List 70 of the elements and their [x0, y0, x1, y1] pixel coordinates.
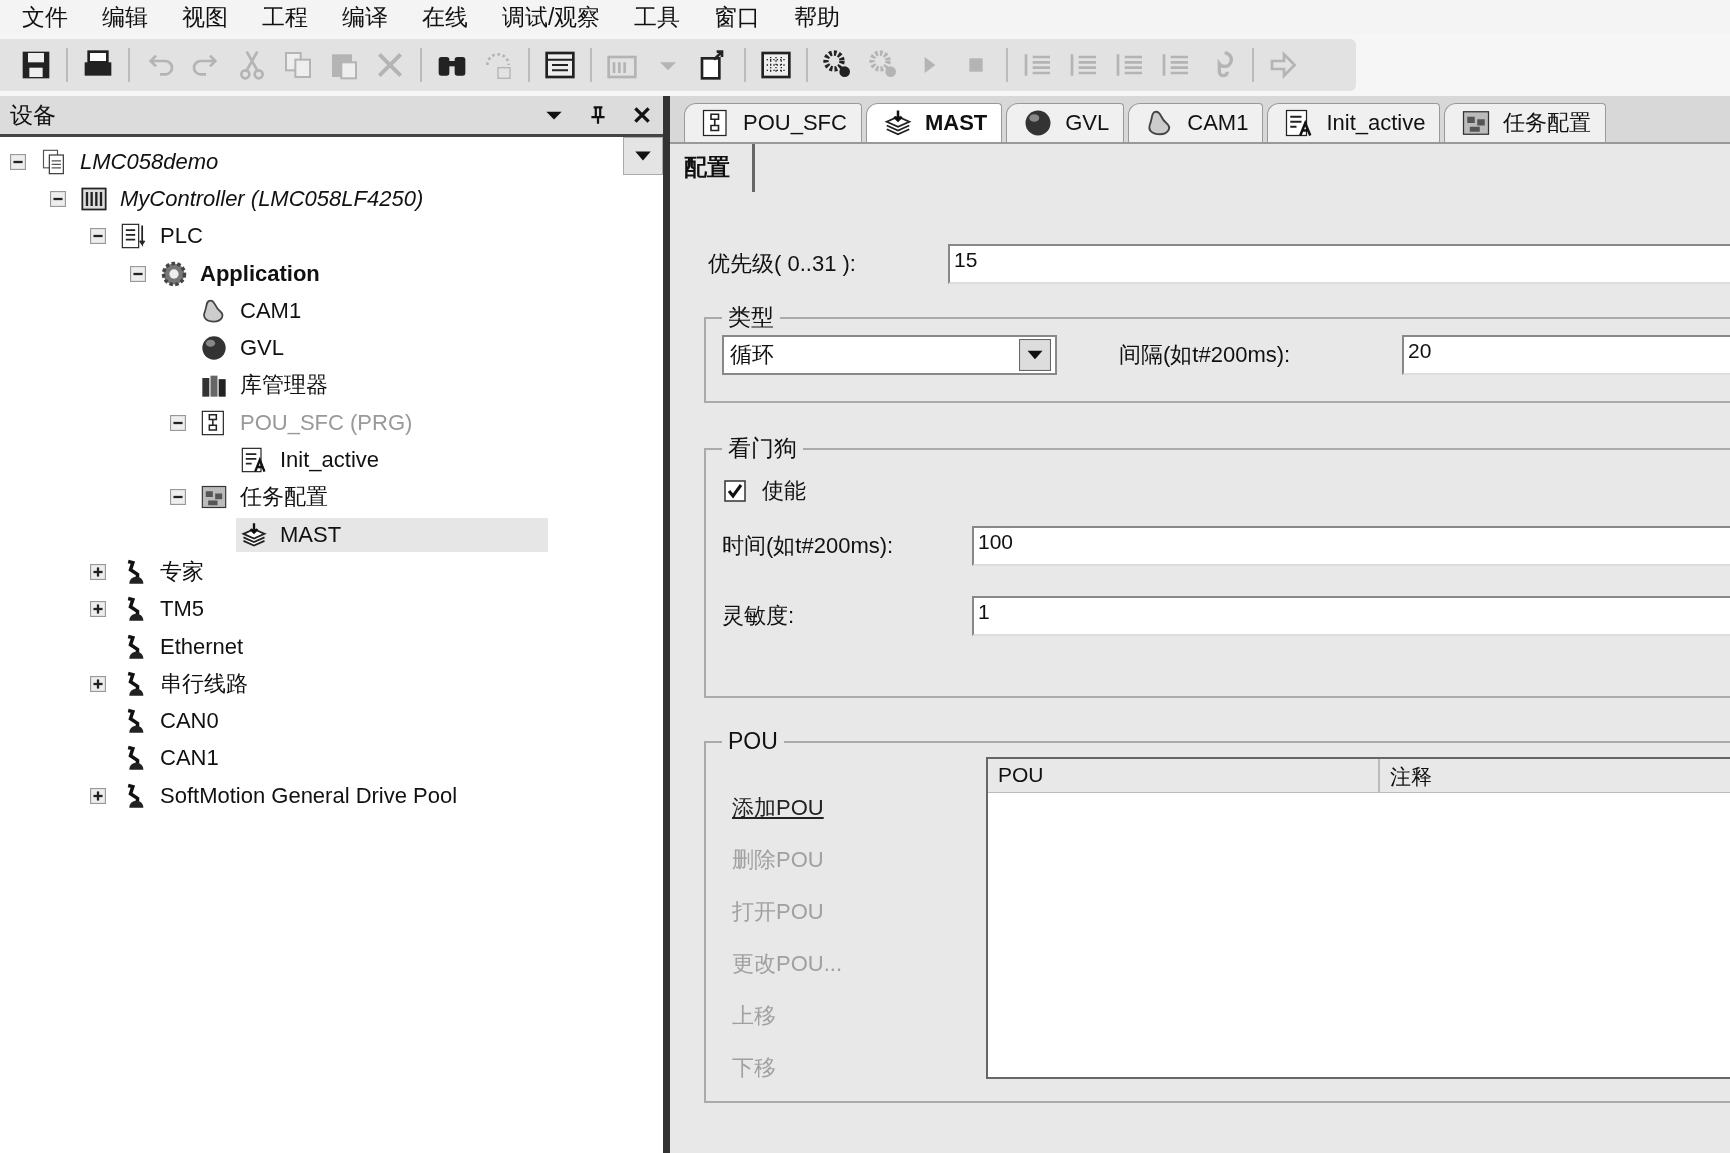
grid-icon[interactable]	[760, 49, 792, 81]
expander-toggle[interactable]	[50, 190, 66, 207]
interval-label: 间隔(如t#200ms):	[1118, 341, 1292, 369]
tree-dropdown-button[interactable]	[623, 137, 663, 175]
group-label: 类型	[727, 303, 775, 332]
sensitivity-label: 灵敏度:	[722, 602, 796, 630]
priority-label: 优先级( 0..31 ):	[708, 250, 857, 278]
editor-tab[interactable]: Init_active	[1267, 103, 1441, 142]
action-link[interactable]: 添加POU	[732, 793, 986, 823]
time-field[interactable]: 100	[972, 526, 1730, 566]
menu-item[interactable]: 编辑	[100, 1, 164, 33]
tree-item[interactable]: PLC	[116, 219, 211, 254]
type-dropdown[interactable]: 循环	[722, 335, 1057, 375]
editor-tab[interactable]: MAST	[865, 103, 1003, 142]
menu-item[interactable]: 工具	[632, 1, 697, 33]
menu-item[interactable]: 帮助	[792, 1, 857, 33]
tree-item[interactable]: SoftMotion General Drive Pool	[116, 778, 466, 813]
editor-tab[interactable]: GVL	[1006, 103, 1125, 142]
expander-toggle[interactable]	[90, 787, 106, 804]
text-document-icon	[240, 446, 268, 474]
sensitivity-field[interactable]: 1	[972, 596, 1730, 636]
tree-item[interactable]: MyController (LMC058LF4250)	[76, 181, 432, 216]
tree-item[interactable]: 串行线路	[116, 666, 256, 701]
document-icon	[120, 222, 148, 251]
tree-item[interactable]: 任务配置	[196, 480, 336, 515]
expander-toggle[interactable]	[130, 265, 146, 282]
expander-toggle[interactable]	[90, 601, 106, 618]
expander-toggle[interactable]	[90, 228, 106, 245]
close-icon[interactable]	[631, 104, 653, 126]
tree-item[interactable]: Ethernet	[116, 629, 252, 664]
time-label: 时间(如t#200ms):	[722, 532, 895, 560]
menu-item[interactable]: 编译	[340, 1, 404, 33]
menu-item[interactable]: 窗口	[712, 1, 777, 33]
gear-icon	[160, 259, 188, 288]
tree-item[interactable]: 专家	[116, 554, 212, 589]
editor-tab[interactable]: CAM1	[1128, 103, 1264, 142]
expander-toggle[interactable]	[90, 675, 106, 692]
tree-item[interactable]: TM5	[116, 592, 212, 627]
tree-item[interactable]: 库管理器	[196, 368, 336, 403]
menu-item[interactable]: 调试/观察	[500, 1, 617, 33]
menu-item[interactable]: 在线	[420, 1, 484, 33]
column-header[interactable]: 注释	[1380, 759, 1730, 792]
group-label: POU	[727, 728, 779, 755]
tree-item[interactable]: Application	[156, 256, 328, 291]
tree-item[interactable]: CAN0	[116, 704, 227, 739]
interval-field[interactable]: 20	[1402, 335, 1730, 375]
tree-item[interactable]: CAN1	[116, 741, 227, 776]
menu-item[interactable]: 文件	[20, 1, 84, 33]
tree-item[interactable]: MAST	[236, 517, 548, 552]
expander-toggle[interactable]	[170, 489, 186, 506]
tree-item[interactable]: CAM1	[196, 293, 310, 328]
priority-field[interactable]: 15	[948, 244, 1730, 284]
stack-icon	[240, 520, 268, 549]
tasks-icon	[1461, 108, 1492, 138]
editor-tab[interactable]: POU_SFC	[684, 103, 862, 142]
expander-toggle[interactable]	[10, 153, 26, 170]
panel-title: 设备	[10, 100, 57, 130]
tree-item[interactable]: GVL	[196, 331, 293, 366]
tree-item[interactable]: LMC058demo	[36, 144, 227, 179]
enable-label: 使能	[762, 477, 806, 505]
editor-tab[interactable]: 任务配置	[1444, 103, 1607, 142]
window-icon[interactable]	[544, 49, 576, 81]
stack-icon	[882, 108, 913, 138]
checkbox[interactable]	[724, 480, 746, 502]
menu-item[interactable]: 视图	[180, 1, 244, 33]
menu-item[interactable]: 工程	[260, 1, 324, 33]
expander-toggle[interactable]	[90, 563, 106, 580]
sphere-icon	[200, 334, 228, 363]
column-header[interactable]: POU	[988, 759, 1380, 792]
group-label: 看门狗	[727, 434, 798, 463]
